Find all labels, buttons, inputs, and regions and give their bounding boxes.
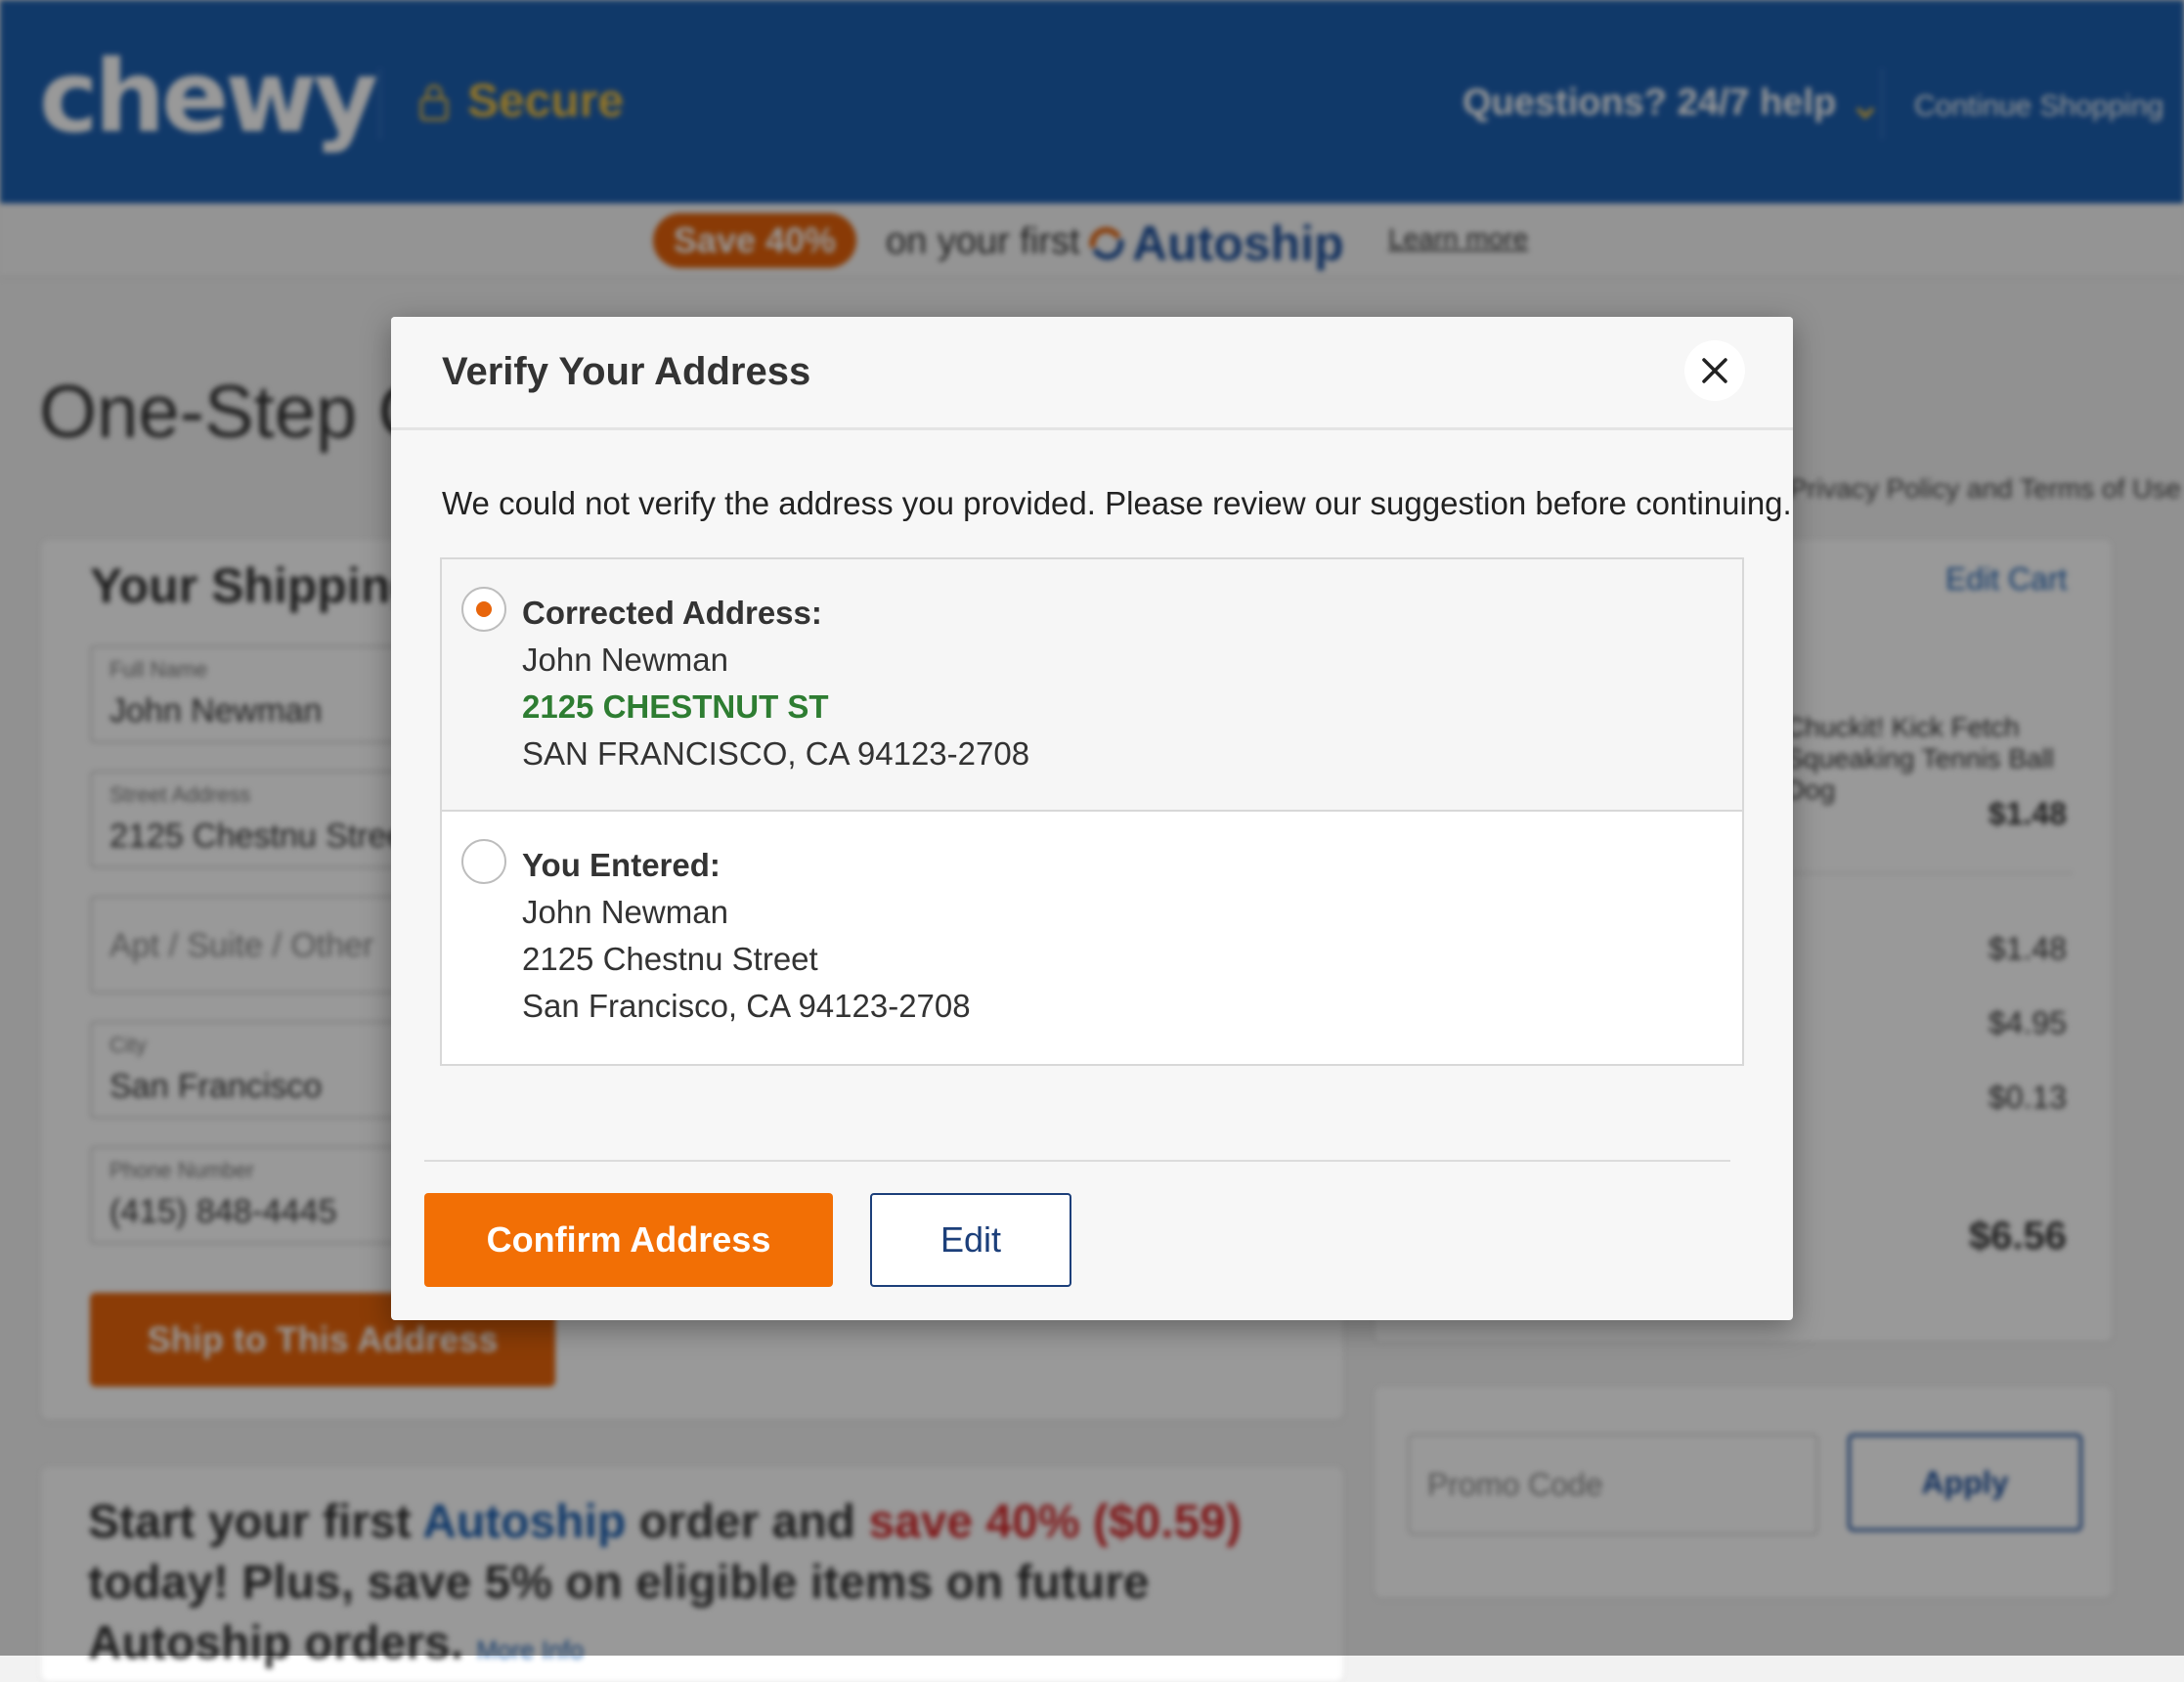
confirm-address-button[interactable]: Confirm Address (424, 1193, 833, 1287)
address-name: John Newman (522, 894, 728, 930)
address-street: 2125 CHESTNUT ST (522, 688, 829, 725)
address-city-line: SAN FRANCISCO, CA 94123-2708 (522, 735, 1030, 772)
corrected-address-option[interactable]: Corrected Address: John Newman 2125 CHES… (442, 559, 1742, 812)
address-name: John Newman (522, 642, 728, 678)
address-street: 2125 Chestnu Street (522, 941, 818, 977)
entered-address-option[interactable]: You Entered: John Newman 2125 Chestnu St… (442, 812, 1742, 1064)
close-button[interactable] (1684, 340, 1745, 401)
edit-address-button[interactable]: Edit (870, 1193, 1071, 1287)
modal-header: Verify Your Address (391, 317, 1793, 430)
option-title: Corrected Address: (522, 595, 822, 631)
address-city-line: San Francisco, CA 94123-2708 (522, 988, 971, 1024)
option-title: You Entered: (522, 847, 721, 883)
radio-selected-dot (476, 601, 492, 617)
entered-address-radio[interactable] (461, 839, 506, 884)
corrected-address-radio[interactable] (461, 587, 506, 632)
verify-address-modal: Verify Your Address We could not verify … (391, 317, 1793, 1320)
address-options: Corrected Address: John Newman 2125 CHES… (440, 557, 1744, 1066)
modal-divider (424, 1160, 1730, 1162)
close-icon (1702, 358, 1727, 383)
modal-title: Verify Your Address (442, 350, 811, 393)
modal-message: We could not verify the address you prov… (442, 485, 1792, 521)
